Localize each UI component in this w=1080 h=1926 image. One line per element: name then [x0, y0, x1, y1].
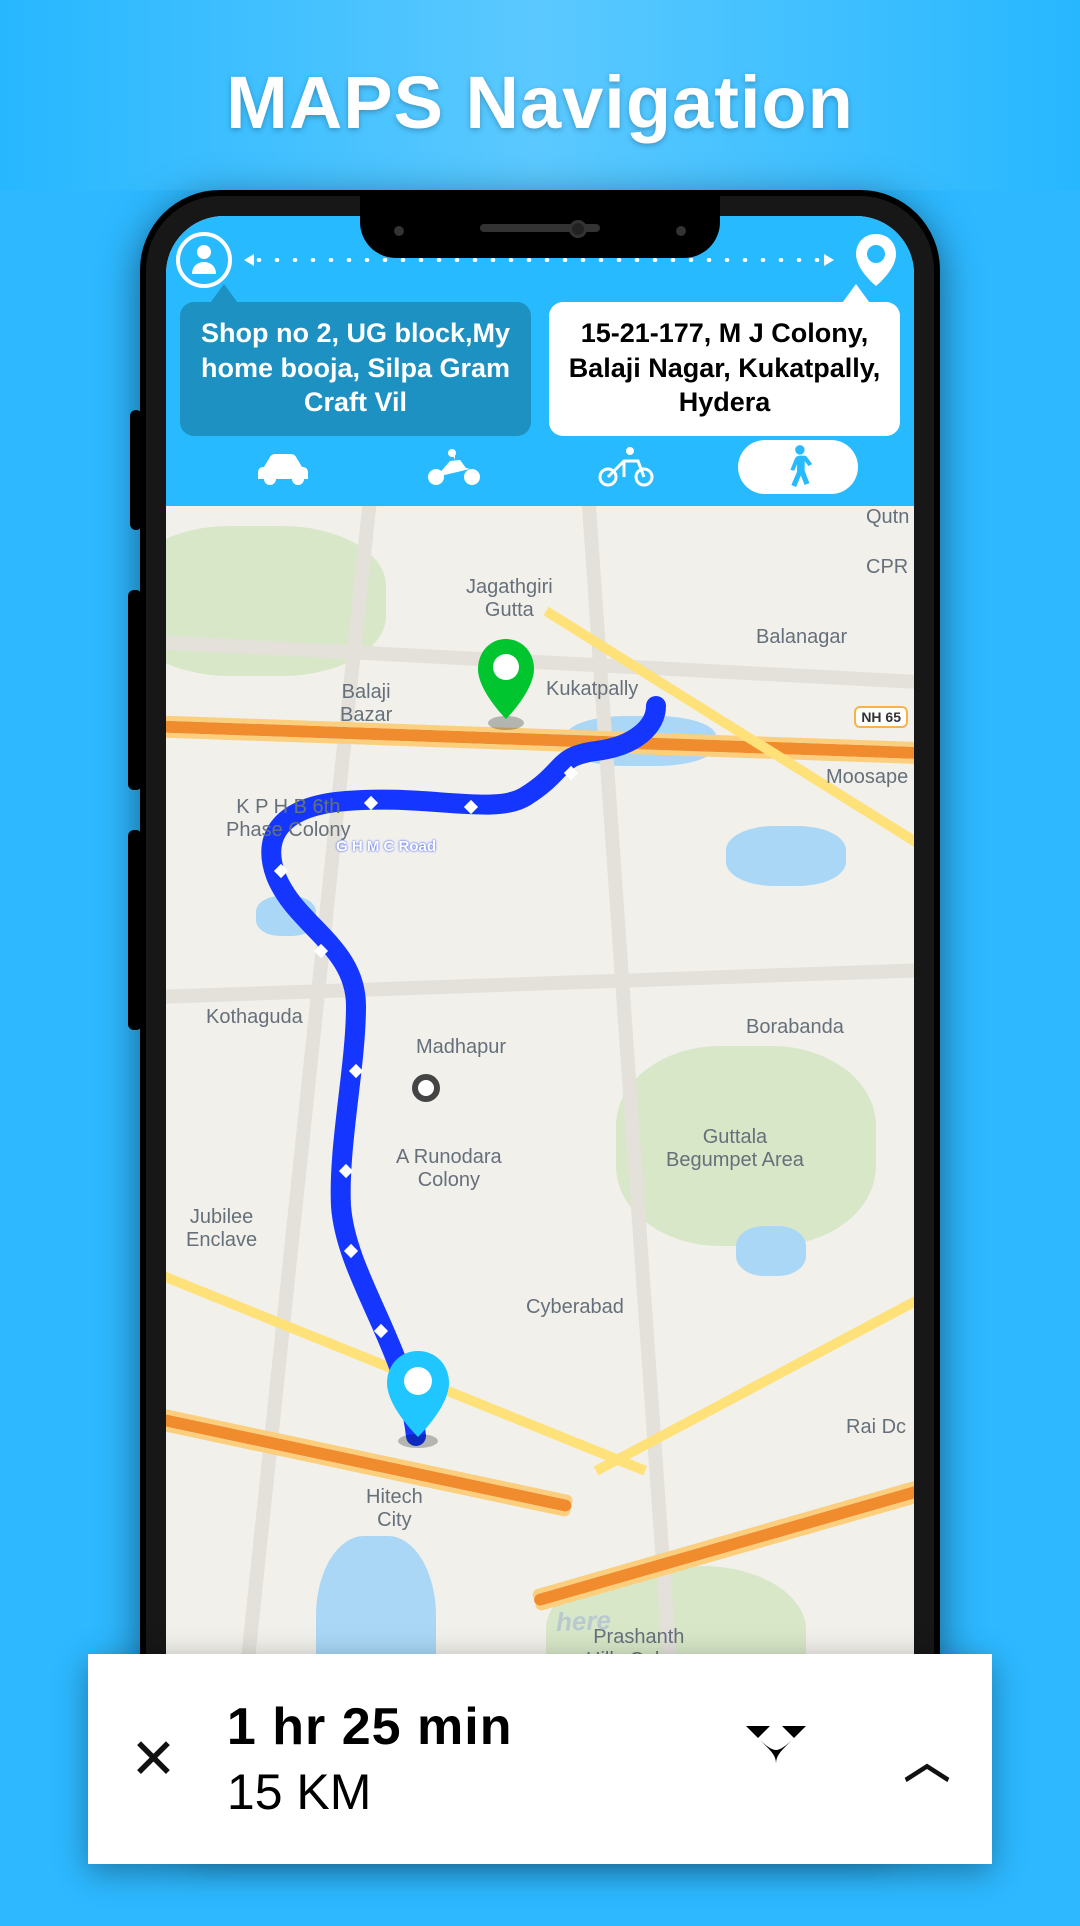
place-label: Jagathgiri Gutta [466, 576, 553, 622]
mode-bicycle[interactable] [566, 440, 686, 494]
close-button[interactable]: ✕ [130, 1726, 177, 1792]
place-label: A Runodara Colony [396, 1146, 502, 1192]
place-label: Kukatpally [546, 678, 638, 701]
origin-pin-icon[interactable] [174, 230, 234, 290]
transport-mode-bar [166, 440, 914, 494]
motorbike-icon [422, 444, 486, 490]
fork-arrows-icon [734, 1712, 824, 1802]
place-label: Cyberabad [526, 1296, 624, 1319]
route-summary-text: 1 hr 25 min 15 KM [227, 1697, 513, 1821]
place-label: Hitech City [366, 1486, 423, 1532]
origin-marker-icon[interactable] [379, 1349, 457, 1454]
route-road-label: G H M C Road [336, 838, 436, 855]
phone-side-button [128, 590, 142, 790]
phone-side-button [130, 410, 142, 530]
place-label: Rai Dc [846, 1416, 906, 1439]
phone-frame: Shop no 2, UG block,My home booja, Silpa… [140, 190, 940, 1840]
mode-motorbike[interactable] [394, 440, 514, 494]
place-label: Guttala Begumpet Area [666, 1126, 804, 1172]
route-distance: 15 KM [227, 1763, 513, 1821]
place-label: Moosape [826, 766, 908, 789]
place-label: Balaji Bazar [340, 681, 392, 727]
phone-screen: Shop no 2, UG block,My home booja, Silpa… [166, 216, 914, 1814]
place-label: Madhapur [416, 1036, 506, 1059]
walk-icon [779, 444, 817, 490]
expand-sheet-button[interactable]: ︿ [904, 1726, 950, 1792]
mode-walk[interactable] [738, 440, 858, 494]
current-location-dot [412, 1074, 440, 1102]
to-address-bubble[interactable]: 15-21-177, M J Colony, Balaji Nagar, Kuk… [549, 302, 900, 436]
place-label: Kothaguda [206, 1006, 303, 1029]
route-summary-sheet: ✕ 1 hr 25 min 15 KM ︿ [88, 1654, 992, 1864]
car-icon [250, 444, 314, 490]
place-label: Borabanda [746, 1016, 844, 1039]
place-label: Qutn [866, 506, 909, 529]
from-address-bubble[interactable]: Shop no 2, UG block,My home booja, Silpa… [180, 302, 531, 436]
place-label: Jubilee Enclave [186, 1206, 257, 1252]
alternate-routes-button[interactable] [734, 1712, 824, 1807]
bicycle-icon [594, 444, 658, 490]
map-watermark: here [555, 1605, 611, 1638]
place-label: K P H B 6th Phase Colony [226, 796, 351, 842]
map-canvas[interactable]: NH 65 G H M C Road [166, 506, 914, 1814]
place-label: CPR Colo [866, 556, 914, 579]
phone-notch [360, 196, 720, 258]
route-duration: 1 hr 25 min [227, 1697, 513, 1757]
page-title: MAPS Navigation [0, 60, 1080, 145]
destination-marker-icon[interactable] [470, 637, 542, 736]
route-direction-indicator [250, 258, 828, 262]
phone-side-button [128, 830, 142, 1030]
mode-car[interactable] [222, 440, 342, 494]
nav-header: Shop no 2, UG block,My home booja, Silpa… [166, 216, 914, 506]
destination-pin-icon[interactable] [846, 230, 906, 290]
place-label: Balanagar [756, 626, 847, 649]
